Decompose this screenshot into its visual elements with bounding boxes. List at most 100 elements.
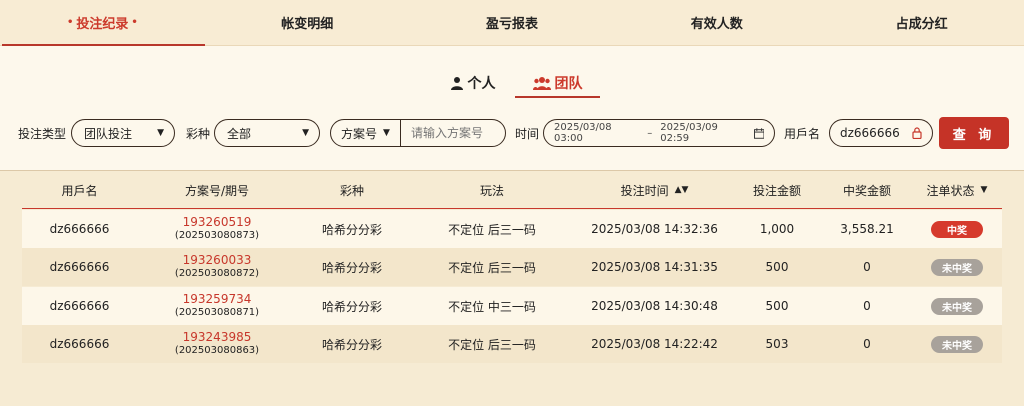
lock-icon [912, 127, 922, 139]
plan-number-link[interactable]: 193260519 [183, 216, 252, 229]
team-icon [532, 77, 551, 90]
plan-number-link[interactable]: 193259734 [183, 293, 252, 306]
header-username: 用戶名 [61, 183, 98, 198]
tab-account-changes[interactable]: 帐变明细 [205, 0, 410, 45]
tab-label: 帐变明细 [281, 17, 334, 32]
segment-label: 团队 [554, 76, 583, 92]
filter-panel: 个人 团队 投注类型 团队投注 ▼ 彩种 全部 ▼ 方案号 ▼ 时间 2025/… [0, 46, 1024, 170]
top-tabs: • 投注纪录 • 帐变明细 盈亏报表 有效人数 占成分红 [0, 0, 1024, 46]
issue-number: (202503080873) [174, 230, 260, 241]
person-icon [450, 77, 463, 90]
cell-win-amount: 0 [863, 260, 871, 274]
issue-number: (202503080871) [174, 307, 260, 318]
dot-icon: • [66, 17, 74, 28]
cell-win-amount: 3,558.21 [840, 222, 894, 236]
header-bet-time[interactable]: 投注时间 ▲▼ [577, 171, 732, 209]
date-from: 2025/03/08 03:00 [554, 122, 612, 144]
cell-username: dz666666 [49, 260, 110, 274]
date-to: 2025/03/09 02:59 [660, 122, 718, 144]
cell-status: 未中奖 [912, 248, 1002, 286]
username-label: 用戶名 [784, 127, 821, 141]
tab-share-dividend[interactable]: 占成分红 [819, 0, 1024, 45]
plan-type-value: 方案号 [341, 126, 378, 141]
cell-bet-time: 2025/03/08 14:30:48 [591, 299, 718, 313]
header-lottery: 彩种 [339, 183, 364, 198]
segment-team[interactable]: 团队 [515, 68, 600, 98]
bet-records-table: 用戶名 方案号/期号 彩种 玩法 投注时间 ▲▼ 投注金额 中奖金额 注单状态 ▼ … [0, 170, 1024, 406]
lottery-value: 全部 [227, 126, 252, 141]
cell-plan: 193260033 (202503080872) [137, 248, 297, 286]
caret-down-icon: ▼ [302, 128, 309, 138]
cell-play: 不定位 后三一码 [448, 337, 536, 352]
status-badge: 未中奖 [931, 335, 983, 353]
segment-label: 个人 [467, 76, 496, 92]
bet-type-label: 投注类型 [18, 127, 67, 141]
filter-row: 投注类型 团队投注 ▼ 彩种 全部 ▼ 方案号 ▼ 时间 2025/03/08 … [18, 117, 1010, 149]
calendar-icon [753, 127, 764, 139]
table-row[interactable]: dz666666 193260033 (202503080872) 哈希分分彩 不定位 … [22, 248, 1002, 286]
tab-profit-report[interactable]: 盈亏报表 [410, 0, 615, 45]
plan-search: 方案号 ▼ [330, 119, 506, 147]
status-badge: 未中奖 [931, 258, 983, 276]
status-badge: 中奖 [931, 220, 983, 238]
sort-icon: ▲▼ [674, 185, 689, 195]
cell-status: 未中奖 [912, 325, 1002, 363]
cell-bet-time: 2025/03/08 14:31:35 [591, 260, 718, 274]
cell-plan: 193260519 (202503080873) [137, 210, 297, 248]
tab-label: 有效人数 [690, 17, 743, 32]
status-badge: 未中奖 [931, 297, 983, 315]
tab-bet-records[interactable]: • 投注纪录 • [0, 0, 205, 46]
cell-status: 中奖 [912, 210, 1002, 248]
tab-label: 盈亏报表 [485, 17, 538, 32]
cell-lottery: 哈希分分彩 [321, 337, 382, 352]
cell-bet-amount: 503 [765, 337, 789, 351]
plan-type-select[interactable]: 方案号 ▼ [331, 120, 401, 146]
cell-win-amount: 0 [863, 337, 871, 351]
segment-personal[interactable]: 个人 [430, 68, 515, 98]
cell-play: 不定位 中三一码 [448, 299, 536, 314]
filter-caret-icon: ▼ [980, 185, 988, 195]
cell-bet-time: 2025/03/08 14:22:42 [591, 337, 718, 351]
username-input[interactable]: dz666666 [829, 119, 933, 147]
header-label: 注单状态 [926, 183, 975, 198]
header-status[interactable]: 注单状态 ▼ [912, 171, 1002, 209]
issue-number: (202503080872) [174, 268, 260, 279]
username-value: dz666666 [840, 126, 900, 140]
cell-status: 未中奖 [912, 287, 1002, 325]
cell-play: 不定位 后三一码 [448, 222, 536, 237]
plan-number-input[interactable] [401, 120, 505, 146]
table-row[interactable]: dz666666 193260519 (202503080873) 哈希分分彩 不定位 … [22, 210, 1002, 248]
tab-label: 占成分红 [895, 17, 948, 32]
header-play: 玩法 [479, 183, 504, 198]
header-plan-issue: 方案号/期号 [184, 183, 250, 198]
plan-number-link[interactable]: 193243985 [183, 331, 252, 344]
cell-username: dz666666 [49, 222, 110, 236]
date-separator: – [647, 127, 653, 139]
tab-label: 投注纪录 [76, 17, 129, 32]
tab-active-users[interactable]: 有效人数 [614, 0, 819, 45]
dot-icon: • [131, 17, 138, 28]
cell-plan: 193259734 (202503080871) [137, 287, 297, 325]
scope-switch: 个人 团队 [430, 68, 600, 98]
time-label: 时间 [515, 127, 540, 141]
table-row[interactable]: dz666666 193259734 (202503080871) 哈希分分彩 不定位 … [22, 287, 1002, 325]
query-button[interactable]: 查 询 [939, 117, 1009, 149]
lottery-select[interactable]: 全部 ▼ [214, 119, 320, 147]
date-range-picker[interactable]: 2025/03/08 03:00 – 2025/03/09 02:59 [543, 119, 775, 147]
bet-type-select[interactable]: 团队投注 ▼ [71, 119, 175, 147]
header-label: 投注时间 [620, 183, 669, 198]
cell-bet-time: 2025/03/08 14:32:36 [591, 222, 718, 236]
issue-number: (202503080863) [174, 345, 260, 356]
cell-lottery: 哈希分分彩 [321, 299, 382, 314]
cell-win-amount: 0 [863, 299, 871, 313]
cell-bet-amount: 500 [765, 260, 789, 274]
header-win-amount: 中奖金额 [842, 183, 891, 198]
table-row[interactable]: dz666666 193243985 (202503080863) 哈希分分彩 不定位 … [22, 325, 1002, 363]
header-bet-amount: 投注金额 [752, 183, 801, 198]
cell-username: dz666666 [49, 299, 110, 313]
table-header: 用戶名 方案号/期号 彩种 玩法 投注时间 ▲▼ 投注金额 中奖金额 注单状态 ▼ [22, 171, 1002, 209]
plan-number-link[interactable]: 193260033 [183, 254, 252, 267]
cell-bet-amount: 500 [765, 299, 789, 313]
caret-down-icon: ▼ [157, 128, 164, 138]
cell-username: dz666666 [49, 337, 110, 351]
